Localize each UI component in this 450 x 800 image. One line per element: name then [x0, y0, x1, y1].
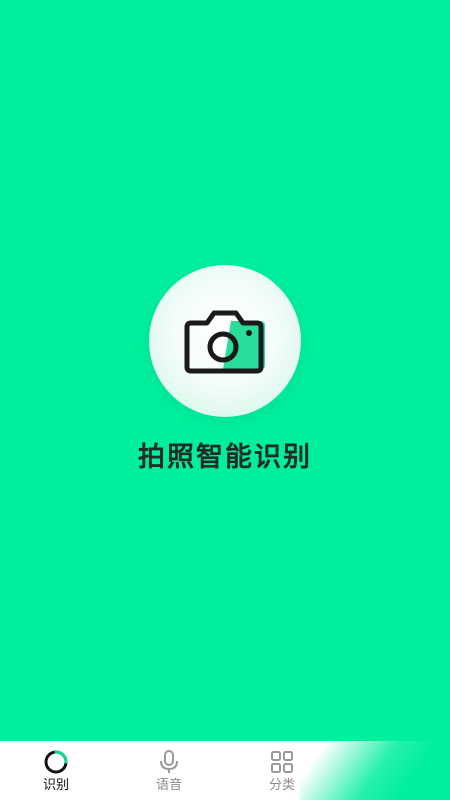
- tab-voice[interactable]: 语音: [129, 741, 209, 800]
- tab-label-recognize: 识别: [42, 778, 69, 793]
- tab-recognize[interactable]: 识别: [16, 741, 96, 800]
- bottom-tab-bar: 识别 语音 分类: [0, 741, 450, 800]
- camera-flash-dot: [246, 330, 252, 336]
- tab-label-voice: 语音: [155, 778, 182, 793]
- camera-accent-fill: [195, 321, 265, 369]
- tab-category[interactable]: 分类: [242, 741, 322, 800]
- page-title: 拍照智能识别: [138, 442, 312, 473]
- circle-ring-icon: [44, 750, 68, 774]
- tab-label-category: 分类: [268, 778, 295, 793]
- microphone-icon: [160, 750, 178, 773]
- camera-icon: [184, 310, 265, 374]
- main-area: 拍照智能识别: [0, 0, 450, 741]
- grid-icon: [271, 751, 293, 773]
- camera-button[interactable]: [149, 265, 301, 417]
- app-screen: 拍照智能识别 识别 语音 分类: [0, 0, 450, 800]
